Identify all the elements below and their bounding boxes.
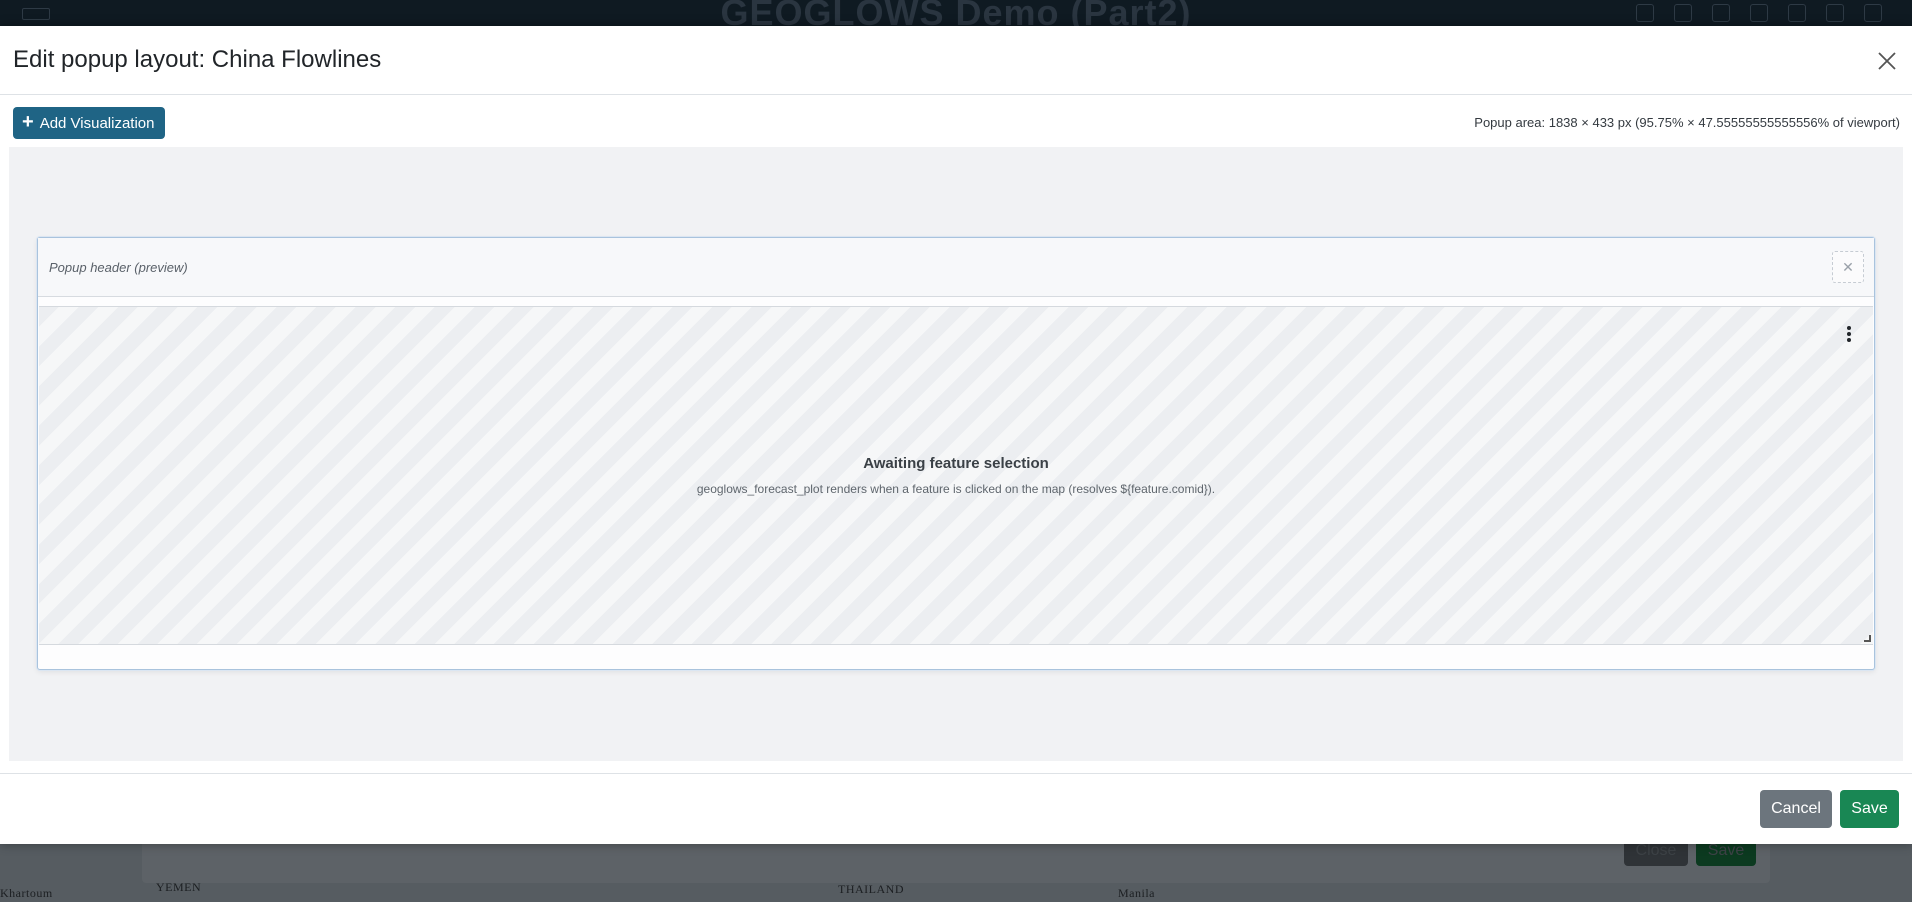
undo-icon: [1636, 4, 1654, 22]
background-topbar: GEOGLOWS Demo (Part2): [0, 0, 1912, 33]
more-icon: [1826, 4, 1844, 22]
close-icon: ✕: [1842, 258, 1854, 275]
map-label: Manila: [1118, 886, 1155, 900]
layout-canvas: Popup header (preview) ✕ Awaiting featur…: [9, 147, 1903, 761]
popup-area-info: Popup area: 1838 × 433 px (95.75% × 47.5…: [1474, 115, 1900, 130]
add-visualization-label: Add Visualization: [39, 114, 155, 132]
visualization-status-detail: geoglows_forecast_plot renders when a fe…: [696, 482, 1216, 496]
modal-toolbar: + Add Visualization Popup area: 1838 × 4…: [0, 95, 1912, 147]
visualization-status-title: Awaiting feature selection: [863, 455, 1049, 472]
background-app-title: GEOGLOWS Demo (Part2): [720, 0, 1192, 33]
visualization-panel[interactable]: Awaiting feature selection geoglows_fore…: [39, 306, 1873, 645]
plus-icon: +: [22, 111, 34, 133]
map-label: Khartoum: [0, 886, 53, 900]
add-visualization-button[interactable]: + Add Visualization: [13, 107, 165, 139]
map-label: THAILAND: [838, 882, 904, 896]
cancel-button[interactable]: Cancel: [1760, 790, 1832, 828]
camera-icon: [1864, 4, 1882, 22]
visualization-menu-button[interactable]: [1841, 323, 1857, 345]
modal-close-button[interactable]: [1872, 46, 1902, 76]
kebab-dot: [1847, 332, 1851, 336]
popup-header-preview: Popup header (preview) ✕: [38, 238, 1874, 297]
popup-preview-frame: Popup header (preview) ✕ Awaiting featur…: [37, 237, 1875, 670]
edit-popup-layout-modal: Edit popup layout: China Flowlines + Add…: [0, 26, 1912, 844]
modal-footer: Cancel Save: [0, 773, 1912, 844]
save-icon: [1674, 4, 1692, 22]
close-icon: [1878, 52, 1896, 70]
map-label: YEMEN: [156, 880, 202, 894]
background-menu-icon: [22, 8, 50, 20]
background-toolbar-icons: [1636, 4, 1882, 22]
visualization-status: Awaiting feature selection geoglows_fore…: [39, 455, 1873, 496]
search-icon: [1750, 4, 1768, 22]
kebab-dot: [1847, 326, 1851, 330]
kebab-dot: [1847, 338, 1851, 342]
modal-title: Edit popup layout: China Flowlines: [13, 45, 382, 73]
add-icon: [1712, 4, 1730, 22]
popup-header-preview-text: Popup header (preview): [49, 259, 188, 275]
resize-handle[interactable]: [1864, 635, 1871, 642]
background-dialog: [142, 843, 1770, 883]
modal-header: Edit popup layout: China Flowlines: [0, 26, 1912, 95]
save-button[interactable]: Save: [1840, 790, 1899, 828]
upload-icon: [1788, 4, 1806, 22]
popup-header-close-button[interactable]: ✕: [1832, 251, 1864, 283]
